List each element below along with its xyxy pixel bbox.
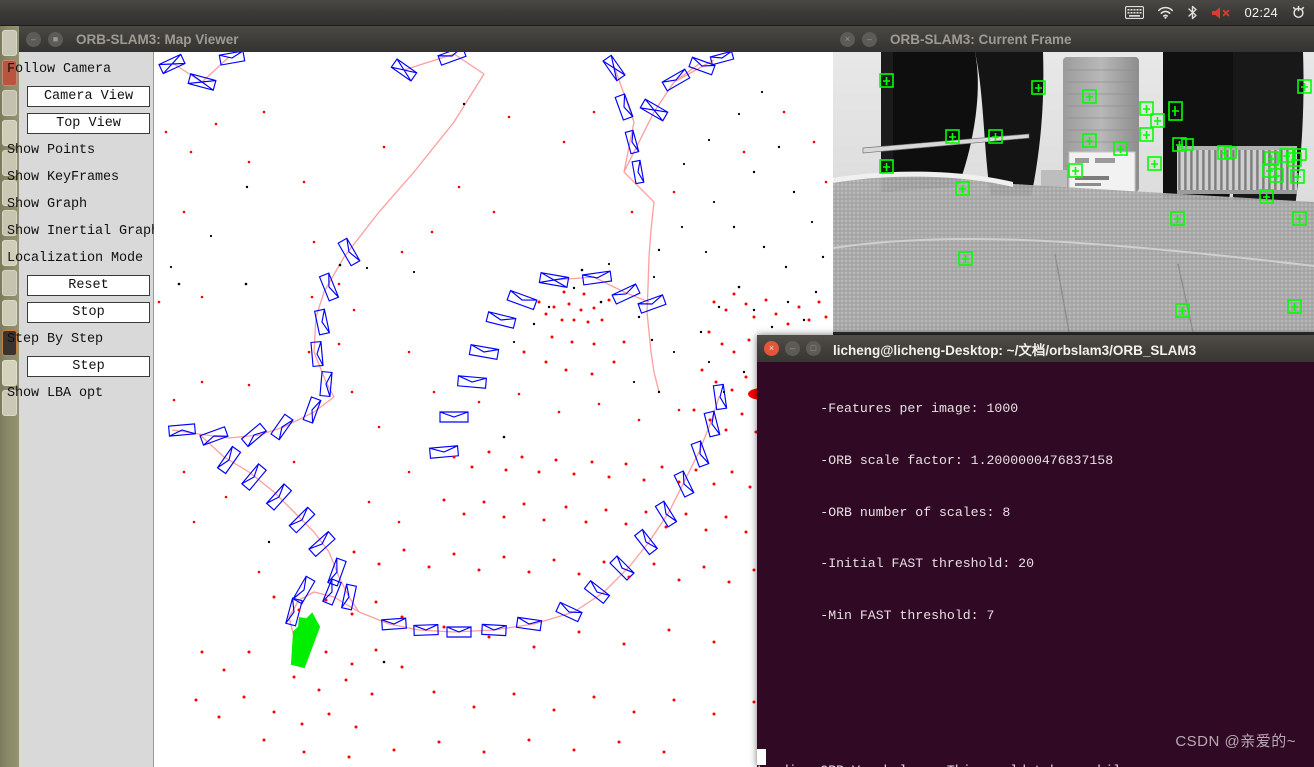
stop-row: Stop xyxy=(19,299,153,326)
maximize-icon[interactable]: □ xyxy=(806,341,821,356)
session-menu-icon[interactable] xyxy=(1291,5,1306,20)
keyboard-indicator-icon[interactable] xyxy=(1125,6,1145,19)
pangolin-control-panel: Follow Camera Camera View Top View Show … xyxy=(7,52,159,767)
show-lba-opt-checkbox[interactable]: Show LBA opt xyxy=(7,380,153,407)
show-graph-checkbox[interactable]: Show Graph xyxy=(7,191,153,218)
minimize-icon[interactable]: – xyxy=(785,341,800,356)
wifi-icon[interactable] xyxy=(1157,6,1174,19)
stop-button[interactable]: Stop xyxy=(27,302,150,323)
map-viewer-titlebar[interactable]: – ■ ORB-SLAM3: Map Viewer xyxy=(19,26,833,52)
terminal-line: Loading ORB Vocabulary. This could take … xyxy=(757,762,1314,767)
top-view-button[interactable]: Top View xyxy=(27,113,150,134)
current-frame-titlebar[interactable]: × – ORB-SLAM3: Current Frame xyxy=(833,26,1314,52)
terminal-window: × – □ licheng@licheng-Desktop: ~/文档/orbs… xyxy=(757,335,1314,767)
launcher-item-help[interactable] xyxy=(2,270,17,296)
minimize-icon[interactable]: – xyxy=(862,31,877,47)
map-viewer-window: – ■ ORB-SLAM3: Map Viewer Follow Camera … xyxy=(7,26,833,767)
follow-camera-label: Follow Camera xyxy=(7,62,112,77)
unity-top-panel: 02:24 xyxy=(0,0,1314,26)
show-points-checkbox[interactable]: Show Points xyxy=(7,137,153,164)
show-inertial-graph-checkbox[interactable]: Show Inertial Graph xyxy=(7,218,159,245)
map-viewer-body: Follow Camera Camera View Top View Show … xyxy=(7,52,833,767)
terminal-line: -Initial FAST threshold: 20 xyxy=(757,556,1034,572)
step-by-step-label: Step By Step xyxy=(7,332,104,347)
system-tray: 02:24 xyxy=(1125,5,1306,20)
close-icon[interactable]: × xyxy=(764,341,779,356)
localization-mode-checkbox[interactable]: Localization Mode xyxy=(7,245,153,272)
launcher-item-files[interactable] xyxy=(2,30,17,56)
bluetooth-icon[interactable] xyxy=(1187,5,1198,20)
map-viewer-title: ORB-SLAM3: Map Viewer xyxy=(76,31,239,47)
step-by-step-checkbox[interactable]: Step By Step xyxy=(7,326,153,353)
current-frame-window: × – ORB-SLAM3: Current Frame xyxy=(833,26,1314,332)
follow-camera-checkbox[interactable]: Follow Camera xyxy=(7,56,153,83)
terminal-title: licheng@licheng-Desktop: ~/文档/orbslam3/O… xyxy=(833,342,1197,358)
terminal-line: -Min FAST threshold: 7 xyxy=(757,607,995,623)
volume-muted-icon[interactable] xyxy=(1211,6,1231,20)
map-render xyxy=(154,52,833,767)
watermark: CSDN @亲爱的~ xyxy=(1175,732,1296,750)
terminal-output[interactable]: -Features per image: 1000 -ORB scale fac… xyxy=(757,362,1314,767)
current-frame-title: ORB-SLAM3: Current Frame xyxy=(890,31,1072,47)
show-inertial-graph-label: Show Inertial Graph xyxy=(7,224,160,239)
step-row: Step xyxy=(19,353,153,380)
launcher-item-settings[interactable] xyxy=(2,300,17,326)
show-lba-opt-label: Show LBA opt xyxy=(7,386,104,401)
launcher-item-thunderbird[interactable] xyxy=(2,90,17,116)
terminal-line: -Features per image: 1000 xyxy=(757,401,1019,417)
localization-mode-label: Localization Mode xyxy=(7,251,144,266)
camera-frame-image xyxy=(833,52,1314,332)
step-button[interactable]: Step xyxy=(27,356,150,377)
camera-view-button[interactable]: Camera View xyxy=(27,86,150,107)
map-3d-canvas[interactable] xyxy=(154,52,833,767)
show-keyframes-label: Show KeyFrames xyxy=(7,170,120,185)
reset-button[interactable]: Reset xyxy=(27,275,150,296)
launcher-item-archive[interactable] xyxy=(2,360,17,386)
terminal-line: -ORB number of scales: 8 xyxy=(757,504,1011,520)
top-view-row: Top View xyxy=(19,110,153,137)
close-icon[interactable]: × xyxy=(840,31,855,47)
show-points-label: Show Points xyxy=(7,143,96,158)
maximize-icon[interactable]: ■ xyxy=(48,31,63,47)
camera-view-row: Camera View xyxy=(19,83,153,110)
terminal-line: -ORB scale factor: 1.2000000476837158 xyxy=(757,453,1114,468)
terminal-cursor xyxy=(757,749,766,765)
show-graph-label: Show Graph xyxy=(7,197,88,212)
reset-row: Reset xyxy=(19,272,153,299)
minimize-icon[interactable]: – xyxy=(26,31,41,47)
clock[interactable]: 02:24 xyxy=(1244,5,1278,20)
terminal-titlebar[interactable]: × – □ licheng@licheng-Desktop: ~/文档/orbs… xyxy=(757,335,1314,362)
camera-frame-render xyxy=(833,52,1314,332)
show-keyframes-checkbox[interactable]: Show KeyFrames xyxy=(7,164,153,191)
